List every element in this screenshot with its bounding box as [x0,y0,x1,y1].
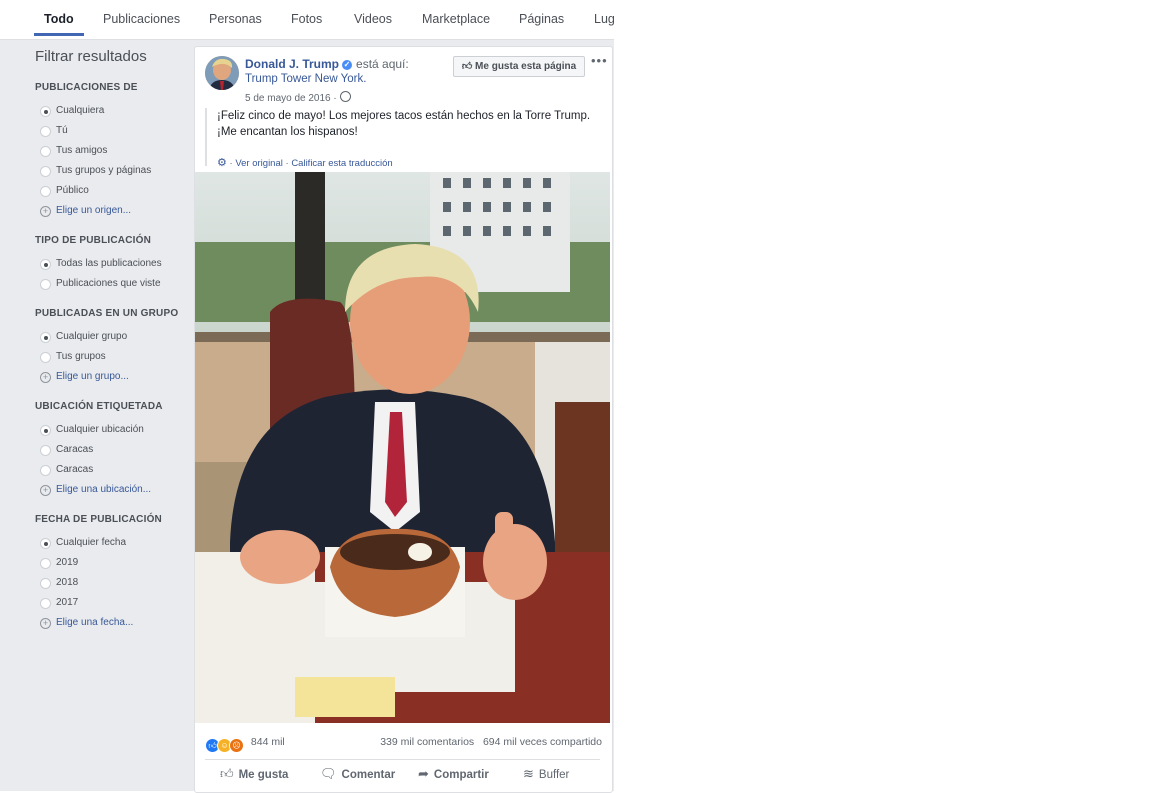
radio-icon [40,558,51,569]
tab-personas[interactable]: Personas [209,0,262,36]
choose-source-link[interactable]: + Elige un origen... [35,201,185,221]
post-photo[interactable] [195,172,610,723]
radio-selected-icon [40,425,51,436]
filter-option[interactable]: Caracas [35,460,185,480]
radio-icon [40,146,51,157]
radio-icon [40,126,51,137]
section-heading: PUBLICACIONES DE [35,82,138,93]
radio-icon [40,186,51,197]
filter-section-ubicacion: UBICACIÓN ETIQUETADA Cualquier ubicación… [35,401,185,500]
section-heading: FECHA DE PUBLICACIÓN [35,514,162,525]
filter-section-fecha: FECHA DE PUBLICACIÓN Cualquier fecha 201… [35,514,185,633]
filter-option[interactable]: Publicaciones que viste [35,274,185,294]
place-link[interactable]: Trump Tower New York. [245,73,366,85]
choose-date-link[interactable]: + Elige una fecha... [35,613,185,633]
filter-option[interactable]: Público [35,181,185,201]
comment-icon: 🗨︎ [320,766,337,781]
reactions-summary[interactable]: 👍︎ ☺ ☹ 844 mil [205,734,285,753]
section-heading: TIPO DE PUBLICACIÓN [35,235,152,246]
buffer-stack-icon: ≋ [523,766,534,781]
filter-sidebar: Filtrar resultados PUBLICACIONES DE Cual… [35,40,185,647]
filter-section-tipo: TIPO DE PUBLICACIÓN Todas las publicacio… [35,235,185,294]
tab-publicaciones[interactable]: Publicaciones [103,0,180,36]
thumbs-up-icon: 👍︎ [220,766,234,781]
plus-icon: + [40,618,51,629]
filter-option[interactable]: 2018 [35,573,185,593]
tab-marketplace[interactable]: Marketplace [422,0,490,36]
radio-icon [40,578,51,589]
filter-option[interactable]: 2017 [35,593,185,613]
comment-button[interactable]: 🗨︎ Comentar [320,766,395,782]
post-actions: 👍︎ Me gusta 🗨︎ Comentar ➦ Compartir ≋ Buffer [205,759,600,790]
choose-group-link[interactable]: + Elige un grupo... [35,367,185,387]
angry-reaction-icon: ☹ [229,738,244,753]
like-page-button[interactable]: 👍︎ Me gusta esta página [453,56,585,77]
radio-icon [40,352,51,363]
globe-icon [339,91,351,102]
filter-option[interactable]: Cualquier grupo [35,327,185,347]
filter-option[interactable]: Caracas [35,440,185,460]
filter-section-publicaciones-de: PUBLICACIONES DE Cualquiera Tú Tus amigo… [35,82,185,221]
share-button[interactable]: ➦ Compartir [418,766,489,782]
post-date: 5 de mayo de 2016 · [245,91,351,104]
filter-option[interactable]: Tú [35,121,185,141]
filter-option[interactable]: Cualquiera [35,101,185,121]
filter-title: Filtrar resultados [35,48,147,65]
section-heading: PUBLICADAS EN UN GRUPO [35,308,179,319]
filter-option[interactable]: Todas las publicaciones [35,254,185,274]
radio-selected-icon [40,106,51,117]
translation-bar: ⚙ · Ver original · Calificar esta traduc… [217,157,393,169]
post-text: ¡Feliz cinco de mayo! Los mejores tacos … [205,108,612,169]
rate-translation-link[interactable]: Calificar esta traducción [291,158,392,169]
section-heading: UBICACIÓN ETIQUETADA [35,401,163,412]
shares-count[interactable]: 694 mil veces compartido [483,736,602,748]
avatar[interactable] [205,56,239,90]
post-card: Donald J. Trump ✓ está aquí: Trump Tower N… [194,46,613,793]
radio-selected-icon [40,259,51,270]
is-here-text: está aquí: [356,57,409,71]
date-link[interactable]: 5 de mayo de 2016 · [245,93,337,104]
post-text-line: ¡Feliz cinco de mayo! Los mejores tacos … [217,110,591,122]
tab-paginas[interactable]: Páginas [519,0,564,36]
reaction-count: 844 mil [250,736,285,748]
gear-icon[interactable]: ⚙ [217,157,227,169]
filter-option[interactable]: 2019 [35,553,185,573]
radio-icon [40,445,51,456]
filter-option[interactable]: Cualquier ubicación [35,420,185,440]
radio-icon [40,279,51,290]
plus-icon: + [40,485,51,496]
radio-selected-icon [40,332,51,343]
tab-lugares[interactable]: Lugares [594,0,614,36]
filter-option[interactable]: Tus grupos y páginas [35,161,185,181]
post-author: Donald J. Trump ✓ está aquí: [245,57,409,71]
tab-todo[interactable]: Todo [34,0,84,36]
engagement-counts: 339 mil comentarios 694 mil veces compar… [380,734,602,750]
radio-icon [40,166,51,177]
tab-fotos[interactable]: Fotos [291,0,322,36]
verified-badge-icon: ✓ [342,60,353,70]
author-name-link[interactable]: Donald J. Trump [245,57,339,71]
radio-icon [40,465,51,476]
share-icon: ➦ [418,766,429,781]
radio-selected-icon [40,538,51,549]
filter-section-grupo: PUBLICADAS EN UN GRUPO Cualquier grupo T… [35,308,185,387]
filter-option[interactable]: Tus grupos [35,347,185,367]
buffer-button[interactable]: ≋ Buffer [523,766,569,782]
thumbs-up-icon: 👍︎ [461,61,476,72]
see-original-link[interactable]: Ver original [235,158,283,169]
filter-option[interactable]: Cualquier fecha [35,533,185,553]
radio-icon [40,598,51,609]
tab-videos[interactable]: Videos [354,0,392,36]
post-text-line: ¡Me encantan los hispanos! [217,126,358,138]
search-tabs-bar: Todo Publicaciones Personas Fotos Videos… [0,0,614,40]
comments-count[interactable]: 339 mil comentarios [380,736,474,748]
filter-option[interactable]: Tus amigos [35,141,185,161]
more-options-icon[interactable]: ••• [591,53,608,68]
plus-icon: + [40,206,51,217]
choose-location-link[interactable]: + Elige una ubicación... [35,480,185,500]
plus-icon: + [40,372,51,383]
like-button[interactable]: 👍︎ Me gusta [220,766,288,782]
